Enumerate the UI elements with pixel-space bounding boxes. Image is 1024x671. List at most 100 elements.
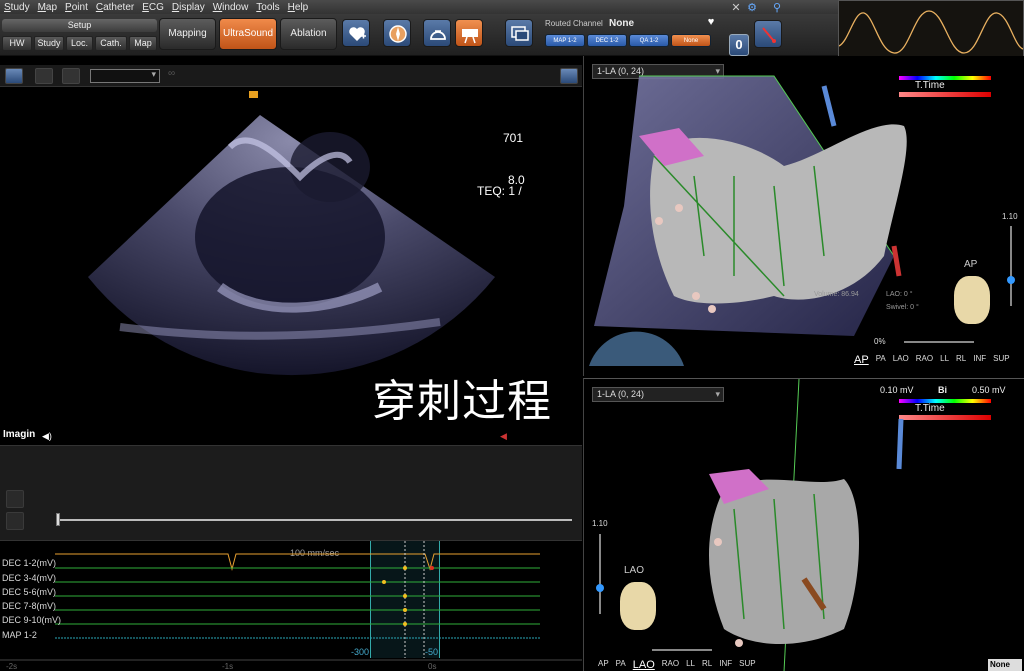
view-rl-button[interactable]: RL: [702, 659, 712, 671]
mapping-mode-button[interactable]: Mapping: [159, 18, 216, 50]
map-top-view-buttons: AP PA LAO RAO LL RL INF SUP: [854, 354, 1010, 366]
map-top-scale-slider[interactable]: [1010, 226, 1012, 306]
menu-help[interactable]: Help: [284, 0, 313, 14]
menu-window[interactable]: Window: [209, 0, 253, 14]
expand-icon[interactable]: [560, 68, 578, 84]
swivel-label: Swivel:: [886, 304, 909, 311]
map-bottom-orientation: LAO: [624, 565, 645, 576]
setup-map-button[interactable]: Map: [129, 36, 157, 51]
map-bottom-selector[interactable]: None: [988, 659, 1022, 671]
ecg-channel-map-1-2[interactable]: MAP 1-2: [2, 630, 37, 640]
setup-hw-button[interactable]: HW: [2, 36, 32, 51]
view-lao-button[interactable]: LAO: [893, 354, 909, 366]
video-caption: 穿刺过程: [372, 376, 552, 427]
heart-add-icon[interactable]: [342, 19, 370, 47]
ecg-channel-dec-7-8[interactable]: DEC 7-8(mV): [2, 601, 56, 611]
view-inf-button[interactable]: INF: [973, 354, 986, 366]
ultrasound-readout-teq: TEQ: 1 /: [477, 184, 522, 198]
map-view-top[interactable]: 1-LA (0, 24) T.Time 1.10 AP Volume: 86.9…: [583, 56, 1024, 376]
setup-group: Setup HW Study Loc. Cath. Map: [2, 17, 157, 53]
edit-icon[interactable]: [35, 68, 53, 84]
ultrasound-toolbar: ∞: [0, 65, 582, 87]
cine-slider-thumb[interactable]: [56, 513, 60, 526]
menu-map[interactable]: Map: [34, 0, 61, 14]
map-top-zoom-slider[interactable]: [904, 341, 974, 343]
projector-icon[interactable]: [455, 19, 483, 47]
channel-dec-button[interactable]: DEC 1-2: [587, 34, 627, 47]
menu-bar: Study Map Point Catheter ECG Display Win…: [0, 0, 838, 14]
ecg-marker-left: -300: [351, 647, 370, 657]
ecg-traces: [0, 541, 582, 661]
menu-ecg[interactable]: ECG: [138, 0, 168, 14]
map-top-scale: 1.10: [1002, 212, 1018, 221]
view-rao-button[interactable]: RAO: [662, 659, 679, 671]
view-sup-button[interactable]: SUP: [993, 354, 1009, 366]
imaging-label: Imagin: [3, 429, 36, 440]
ultrasound-mode-button[interactable]: UltraSound: [219, 18, 277, 50]
ultrasound-preset-select[interactable]: [90, 69, 160, 83]
ecg-channel-dec-3-4[interactable]: DEC 3-4(mV): [2, 573, 56, 583]
routed-channel-label: Routed Channel: [545, 19, 603, 28]
play-icon[interactable]: [6, 512, 24, 530]
view-inf-button[interactable]: INF: [719, 659, 732, 671]
map-bottom-view-buttons: AP PA LAO RAO LL RL INF SUP: [598, 659, 756, 671]
setup-button[interactable]: Setup: [2, 19, 157, 32]
ultrasound-panel: ∞ 701 8.0 TEQ: 1 / 穿刺过程 Imagin ◀) ◀: [0, 65, 582, 445]
routed-channel-value: None: [609, 18, 634, 29]
ultrasound-probe-icon[interactable]: [423, 19, 451, 47]
ecg-tick-minus-1s: -1s: [222, 662, 234, 671]
camera-icon[interactable]: [5, 68, 23, 84]
ultrasound-readout-depth: 701: [503, 131, 524, 145]
menu-tools[interactable]: Tools: [252, 0, 283, 14]
view-ap-button[interactable]: AP: [854, 354, 869, 366]
menu-point[interactable]: Point: [61, 0, 92, 14]
counter-display[interactable]: 0: [729, 34, 749, 56]
view-ll-button[interactable]: LL: [686, 659, 695, 671]
ecg-channel-dec-1-2[interactable]: DEC 1-2(mV): [2, 558, 56, 568]
menu-catheter[interactable]: Catheter: [92, 0, 138, 14]
map-top-stats: Volume: 86.94: [814, 288, 859, 301]
ecg-channel-dec-9-10[interactable]: DEC 9-10(mV): [2, 615, 61, 625]
ablation-mode-button[interactable]: Ablation: [280, 18, 337, 50]
cine-slider-track[interactable]: [57, 519, 572, 521]
view-sup-button[interactable]: SUP: [739, 659, 755, 671]
map-top-scale-thumb[interactable]: [1007, 276, 1015, 284]
menu-display[interactable]: Display: [168, 0, 209, 14]
compass-icon[interactable]: [383, 19, 411, 47]
volume-stat: Volume: 86.94: [814, 291, 859, 298]
catheter-icon[interactable]: [754, 20, 782, 48]
heart-orientation-icon[interactable]: [620, 582, 656, 630]
channel-none-button[interactable]: None: [671, 34, 711, 47]
view-ap-button[interactable]: AP: [598, 659, 609, 671]
view-lao-button[interactable]: LAO: [633, 659, 655, 671]
view-rao-button[interactable]: RAO: [916, 354, 933, 366]
map-top-zoom-value: 0%: [874, 337, 886, 346]
view-pa-button[interactable]: PA: [616, 659, 626, 671]
screens-icon[interactable]: [505, 19, 533, 47]
gear-icon[interactable]: ⚙: [745, 1, 759, 15]
grid-icon[interactable]: [62, 68, 80, 84]
setup-study-button[interactable]: Study: [34, 36, 64, 51]
filter-icon[interactable]: ⚲: [770, 1, 784, 15]
close-icon[interactable]: ✕: [729, 1, 743, 15]
map-bottom-scale-thumb[interactable]: [596, 584, 604, 592]
map-bottom-zoom-slider[interactable]: [652, 649, 712, 651]
heart-orientation-icon[interactable]: [954, 276, 990, 324]
map-top-angles: LAO: 0 ° Swivel: 0 °: [886, 288, 919, 314]
setup-loc-button[interactable]: Loc.: [66, 36, 93, 51]
channel-map-button[interactable]: MAP 1-2: [545, 34, 585, 47]
channel-qa-button[interactable]: QA 1-2: [629, 34, 669, 47]
view-pa-button[interactable]: PA: [876, 354, 886, 366]
map-bottom-scale-slider[interactable]: [599, 534, 601, 614]
ecg-tick-0s: 0s: [428, 662, 437, 671]
view-rl-button[interactable]: RL: [956, 354, 966, 366]
map-view-bottom[interactable]: 1-LA (0, 24) 0.10 mV Bi 0.50 mV T.Time 1…: [583, 378, 1024, 671]
ecg-panel: 100 mm/sec DEC 1-2(mV) DEC 3-4(mV) DEC 5…: [0, 540, 582, 671]
menu-study[interactable]: Study: [0, 0, 34, 14]
heart-status-icon: ♥: [707, 16, 715, 28]
setup-cath-button[interactable]: Cath.: [95, 36, 127, 51]
capture-icon[interactable]: [6, 490, 24, 508]
link-icon[interactable]: ∞: [168, 68, 186, 84]
view-ll-button[interactable]: LL: [940, 354, 949, 366]
ecg-channel-dec-5-6[interactable]: DEC 5-6(mV): [2, 587, 56, 597]
